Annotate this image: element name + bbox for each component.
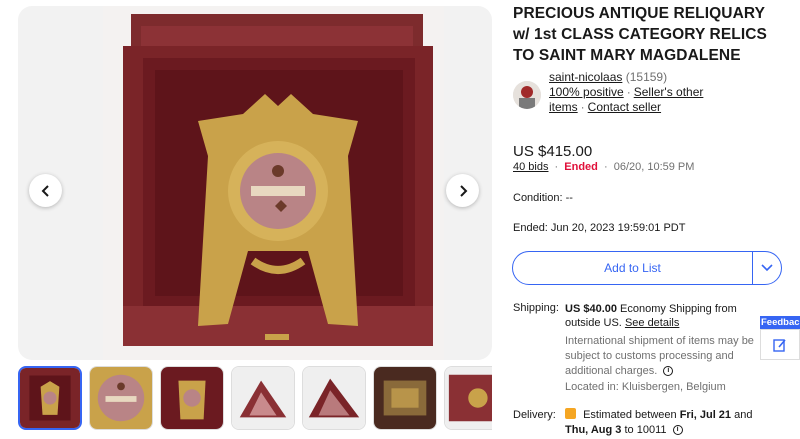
ended-badge: Ended [564, 161, 598, 173]
thumbnail-2[interactable] [89, 366, 153, 430]
thumbnail-strip [18, 366, 492, 432]
feedback-widget[interactable]: Feedback [760, 316, 800, 360]
delivery-label: Delivery: [513, 409, 556, 421]
feedback-button[interactable] [760, 329, 800, 360]
bids-link[interactable]: 40 bids [513, 161, 548, 173]
edit-icon [773, 338, 786, 352]
seller-feedback-count: (15159) [625, 70, 668, 84]
seller-name-link[interactable]: saint-nicolaas [549, 70, 622, 84]
item-title: PRECIOUS ANTIQUE RELIQUARY w/ 1st CLASS … [513, 5, 767, 64]
condition-row: Condition: -- [513, 192, 573, 204]
shipping-cost: US $40.00 [565, 303, 617, 315]
thumbnail-1[interactable] [18, 366, 82, 430]
delivery-start-date: Fri, Jul 21 [679, 409, 732, 421]
chevron-down-icon [761, 264, 773, 272]
next-image-button[interactable] [446, 174, 479, 207]
bids-status-line: 40 bids · Ended · 06/20, 10:59 PM [513, 161, 695, 173]
ended-date: 06/20, 10:59 PM [613, 161, 695, 173]
flag-icon [565, 408, 576, 419]
chevron-left-icon [41, 184, 49, 197]
delivery-details: Estimated between Fri, Jul 21 and Thu, A… [565, 408, 770, 438]
thumbnail-5[interactable] [302, 366, 366, 430]
delivery-prefix: Estimated between [583, 409, 677, 421]
delivery-and: and [734, 409, 753, 421]
international-notice: International shipment of items may be s… [565, 334, 765, 379]
seller-positive-link[interactable]: 100% positive [549, 85, 624, 99]
seller-avatar[interactable] [513, 81, 541, 109]
add-to-list-button[interactable]: Add to List [513, 252, 753, 284]
see-details-link[interactable]: See details [625, 317, 679, 329]
main-product-image[interactable] [103, 6, 444, 360]
image-viewer[interactable] [18, 6, 492, 360]
previous-image-button[interactable] [29, 174, 62, 207]
thumbnail-7[interactable] [444, 366, 492, 430]
chevron-right-icon [459, 184, 467, 197]
ended-row: Ended: Jun 20, 2023 19:59:01 PDT [513, 222, 686, 234]
item-price: US $415.00 [513, 143, 593, 160]
add-to-list-dropdown-button[interactable] [753, 252, 781, 284]
thumbnail-3[interactable] [160, 366, 224, 430]
shipping-details: US $40.00 Economy Shipping from outside … [565, 302, 770, 330]
thumbnail-6[interactable] [373, 366, 437, 430]
item-location: Located in: Kluisbergen, Belgium [565, 381, 726, 393]
delivery-zip: to 10011 [624, 424, 667, 436]
shipping-label: Shipping: [513, 302, 559, 314]
delivery-info-icon[interactable]: i [672, 425, 683, 436]
thumbnail-4[interactable] [231, 366, 295, 430]
international-notice-text: International shipment of items may be s… [565, 335, 754, 377]
feedback-label[interactable]: Feedback [760, 316, 800, 329]
delivery-end-date: Thu, Aug 3 [565, 424, 622, 436]
add-to-list-control: Add to List [512, 251, 782, 285]
contact-seller-link[interactable]: Contact seller [588, 100, 661, 114]
info-icon[interactable]: i [663, 366, 674, 377]
